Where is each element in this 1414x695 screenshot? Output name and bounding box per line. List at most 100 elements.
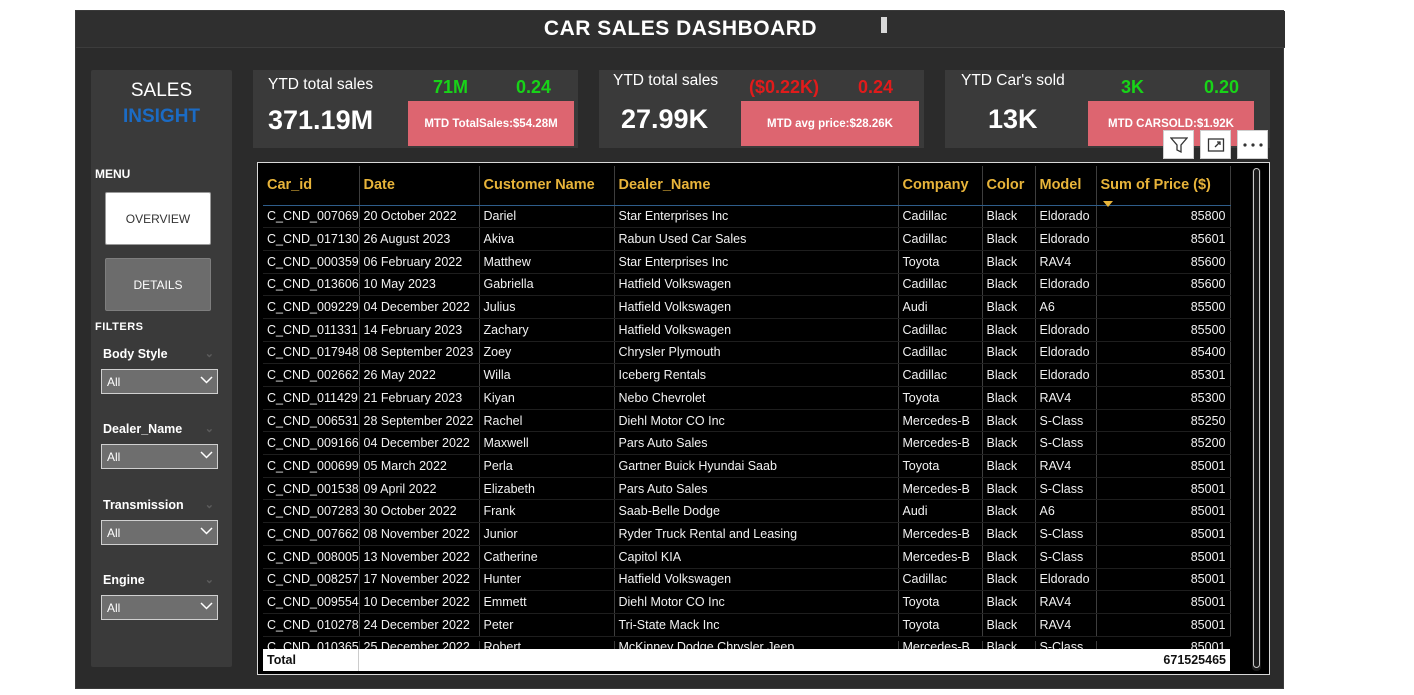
cell-color: Black <box>982 454 1036 478</box>
cell-dealer-name: Hatfield Volkswagen <box>614 273 899 297</box>
cell-car-id: C_CND_002662 <box>263 363 360 387</box>
cell-company: Cadillac <box>898 363 983 387</box>
table-row[interactable]: C_CND_009166 04 December 2022 Maxwell Pars … <box>263 431 1231 456</box>
chevron-down-icon[interactable]: ⌄ <box>205 498 214 511</box>
cell-model: RAV4 <box>1035 613 1097 637</box>
brand-sales: SALES <box>130 80 193 101</box>
cell-date: 10 May 2023 <box>359 273 480 297</box>
cell-model: Eldorado <box>1035 227 1097 251</box>
cell-company: Mercedes-B <box>898 409 983 433</box>
table-row[interactable]: C_CND_017130 26 August 2023 Akiva Rabun Use… <box>263 227 1231 251</box>
more-options-button[interactable] <box>1237 130 1268 159</box>
chevron-down-icon[interactable]: ⌄ <box>205 573 214 586</box>
cell-color: Black <box>982 641 1036 649</box>
focus-mode-icon <box>1207 137 1224 152</box>
cell-price: 85001 <box>1096 477 1231 501</box>
engine-dropdown[interactable]: All <box>101 595 218 620</box>
cell-dealer-name: Chrysler Plymouth <box>614 341 899 365</box>
cell-customer-name: Willa <box>479 363 615 387</box>
scrollbar-thumb[interactable] <box>1253 168 1260 668</box>
cell-color: Black <box>982 590 1036 614</box>
column-header-color[interactable]: Color <box>982 166 1036 206</box>
cell-car-id: C_CND_009229 <box>263 295 360 319</box>
cell-company: Audi <box>898 499 983 524</box>
table-row[interactable]: C_CND_010365 25 December 2022 Robert McKinn… <box>263 641 1230 649</box>
kpi-card-ytd-sales[interactable]: YTD total sales 371.19M 71M 0.24 MTD Tot… <box>253 70 578 148</box>
column-header-model[interactable]: Model <box>1035 166 1097 206</box>
column-header-customer-name[interactable]: Customer Name <box>479 166 615 206</box>
cell-car-id: C_CND_017948 <box>263 341 360 365</box>
table-row[interactable]: C_CND_006531 28 September 2022 Rachel Diehl… <box>263 409 1231 433</box>
table-row[interactable]: C_CND_008005 13 November 2022 Catherine Cap… <box>263 545 1231 569</box>
column-header-price[interactable]: Sum of Price ($) <box>1096 166 1231 206</box>
focus-mode-button[interactable] <box>1200 130 1231 159</box>
cell-customer-name: Junior <box>479 522 615 546</box>
cell-color: Black <box>982 318 1036 342</box>
table-row[interactable]: C_CND_009554 10 December 2022 Emmett Diehl … <box>263 590 1231 614</box>
transmission-dropdown[interactable]: All <box>101 520 218 545</box>
slicer-transmission: Transmission ⌄ All <box>101 498 218 545</box>
cell-color: Black <box>982 522 1036 546</box>
cell-date: 17 November 2022 <box>359 568 480 592</box>
table-row[interactable]: C_CND_009229 04 December 2022 Julius Hatfie… <box>263 295 1231 319</box>
chevron-down-icon[interactable]: ⌄ <box>205 347 214 360</box>
cell-color: Black <box>982 499 1036 524</box>
column-header-car-id[interactable]: Car_id <box>263 166 360 206</box>
kpi-card-avg-price[interactable]: YTD total sales 27.99K ($0.22K) 0.24 MTD… <box>599 70 924 148</box>
table-row[interactable]: C_CND_000359 06 February 2022 Matthew Star … <box>263 250 1231 274</box>
cell-customer-name: Elizabeth <box>479 477 615 501</box>
sidebar: SALES INSIGHT MENU OVERVIEW DETAILS FILT… <box>91 70 232 667</box>
table-row[interactable]: C_CND_017948 08 September 2023 Zoey Chrysle… <box>263 341 1231 365</box>
cell-date: 06 February 2022 <box>359 250 480 274</box>
cell-price: 85001 <box>1096 499 1231 524</box>
kpi-delta: 71M <box>433 77 469 97</box>
column-header-company[interactable]: Company <box>898 166 983 206</box>
cell-color: Black <box>982 295 1036 319</box>
cell-company: Toyota <box>898 386 983 410</box>
table-row[interactable]: C_CND_007662 08 November 2022 Junior Ryder … <box>263 522 1231 546</box>
dealer-name-dropdown[interactable]: All <box>101 444 218 469</box>
cell-model: RAV4 <box>1035 590 1097 614</box>
total-label: Total <box>263 649 359 671</box>
details-table: Car_id Date Customer Name Dealer_Name Co… <box>257 162 1270 675</box>
cell-price: 85600 <box>1096 250 1231 274</box>
table-row[interactable]: C_CND_011331 14 February 2023 Zachary Hatfi… <box>263 318 1231 342</box>
cell-color: Black <box>982 363 1036 387</box>
cell-model: Eldorado <box>1035 273 1097 297</box>
filter-button[interactable] <box>1163 130 1194 159</box>
chevron-down-icon[interactable]: ⌄ <box>205 422 214 435</box>
table-row[interactable]: C_CND_010278 24 December 2022 Peter Tri-Sta… <box>263 613 1231 637</box>
cell-car-id: C_CND_009166 <box>263 431 360 456</box>
body-style-dropdown[interactable]: All <box>101 369 218 394</box>
table-row[interactable]: C_CND_001538 09 April 2022 Elizabeth Pars A… <box>263 477 1231 501</box>
cell-model: S-Class <box>1035 522 1097 546</box>
slicer-body-style: Body Style ⌄ All <box>101 347 218 394</box>
table-row[interactable]: C_CND_000699 05 March 2022 Perla Gartner Bu… <box>263 454 1231 478</box>
cell-dealer-name: Hatfield Volkswagen <box>614 568 899 592</box>
overview-button[interactable]: OVERVIEW <box>105 192 211 245</box>
table-row[interactable]: C_CND_007283 30 October 2022 Frank Saab-Bel… <box>263 499 1231 524</box>
slicer-dealer-name: Dealer_Name ⌄ All <box>101 422 218 469</box>
slicer-title: Body Style <box>103 347 168 361</box>
cell-price: 85500 <box>1096 295 1231 319</box>
cell-dealer-name: Saab-Belle Dodge <box>614 499 899 524</box>
vertical-scrollbar[interactable] <box>1252 168 1261 671</box>
cell-car-id: C_CND_007662 <box>263 522 360 546</box>
table-row[interactable]: C_CND_002662 26 May 2022 Willa Iceberg Rent… <box>263 363 1231 387</box>
cell-price: 85600 <box>1096 273 1231 297</box>
chevron-down-icon <box>200 602 213 610</box>
table-row[interactable]: C_CND_008257 17 November 2022 Hunter Hatfie… <box>263 568 1231 592</box>
cell-company: Toyota <box>898 454 983 478</box>
cell-model: S-Class <box>1035 545 1097 569</box>
cell-customer-name: Akiva <box>479 227 615 251</box>
cell-model: RAV4 <box>1035 454 1097 478</box>
details-button[interactable]: DETAILS <box>105 258 211 311</box>
column-header-dealer-name[interactable]: Dealer_Name <box>614 166 899 206</box>
table-row[interactable]: C_CND_011429 21 February 2023 Kiyan Nebo Ch… <box>263 386 1231 410</box>
table-row[interactable]: C_CND_013606 10 May 2023 Gabriella Hatfield… <box>263 273 1231 297</box>
table-row[interactable]: C_CND_007069 20 October 2022 Dariel Star En… <box>263 205 1231 229</box>
cell-car-id: C_CND_007283 <box>263 499 360 524</box>
column-header-date[interactable]: Date <box>359 166 480 206</box>
cell-price: 85200 <box>1096 431 1231 456</box>
cell-date: 30 October 2022 <box>359 499 480 524</box>
